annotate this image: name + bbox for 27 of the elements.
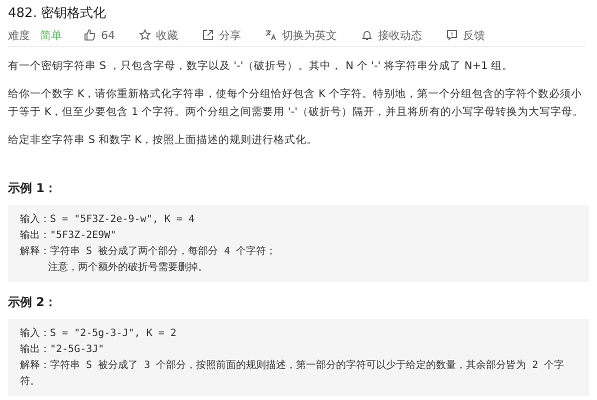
- star-button[interactable]: 收藏: [139, 28, 178, 42]
- star-icon: [139, 29, 151, 41]
- share-button[interactable]: 分享: [202, 28, 241, 42]
- description-paragraph: 有一个密钥字符串 S ，只包含字母，数字以及 '-'（破折号）。其中， N 个 '-' 将字符串分成了 N+1 组。: [8, 59, 514, 74]
- like-button[interactable]: 64: [84, 28, 115, 42]
- share-icon: [202, 29, 214, 41]
- example-line: 注意，两个额外的破折号需要删掉。: [47, 260, 209, 275]
- example-heading: 示例 1：: [8, 180, 58, 197]
- example-line: 输入：S = "5F3Z-2e-9-w", K = 4: [20, 212, 196, 227]
- feedback-icon: [446, 29, 458, 41]
- example-heading: 示例 2：: [8, 294, 58, 311]
- translate-icon: [265, 29, 277, 41]
- example-line: 输出："2-5G-3J": [20, 342, 106, 357]
- description-paragraph: 给定非空字符串 S 和数字 K，按照上面描述的规则进行格式化。: [8, 133, 319, 148]
- example-line: 输入：S = "2-5g-3-J", K = 2: [20, 326, 178, 341]
- feedback-button[interactable]: 反馈: [446, 28, 485, 42]
- difficulty-value: 简单: [40, 28, 62, 42]
- problem-title: 482. 密钥格式化: [8, 5, 108, 23]
- description-paragraph: 给你一个数字 K，请你重新格式化字符串，使每个分组恰好包含 K 个字符。特别地，第一个分组包含的字符个数必须小于等于 K，但至少要包含 1 个字符。两个分组之间需要用 '-'（破折号）隔开，并且将所有的小写字母转换为大写字母。: [8, 87, 584, 120]
- bell-button[interactable]: 接收动态: [361, 28, 422, 42]
- example-line: 输出："5F3Z-2E9W": [20, 228, 118, 243]
- bell-icon: [361, 29, 373, 41]
- difficulty-label: 难度: [8, 28, 30, 42]
- translate-button[interactable]: 切换为英文: [265, 28, 337, 42]
- example-line: 解释：字符串 S 被分成了 3 个部分，按照前面的规则描述，第一部分的字符可以少于给定的数量，其余部分皆为 2 个字符。: [20, 358, 566, 389]
- thumbs-up-icon: [84, 29, 96, 41]
- example-line: 解释：字符串 S 被分成了两个部分，每部分 4 个字符；: [20, 244, 278, 259]
